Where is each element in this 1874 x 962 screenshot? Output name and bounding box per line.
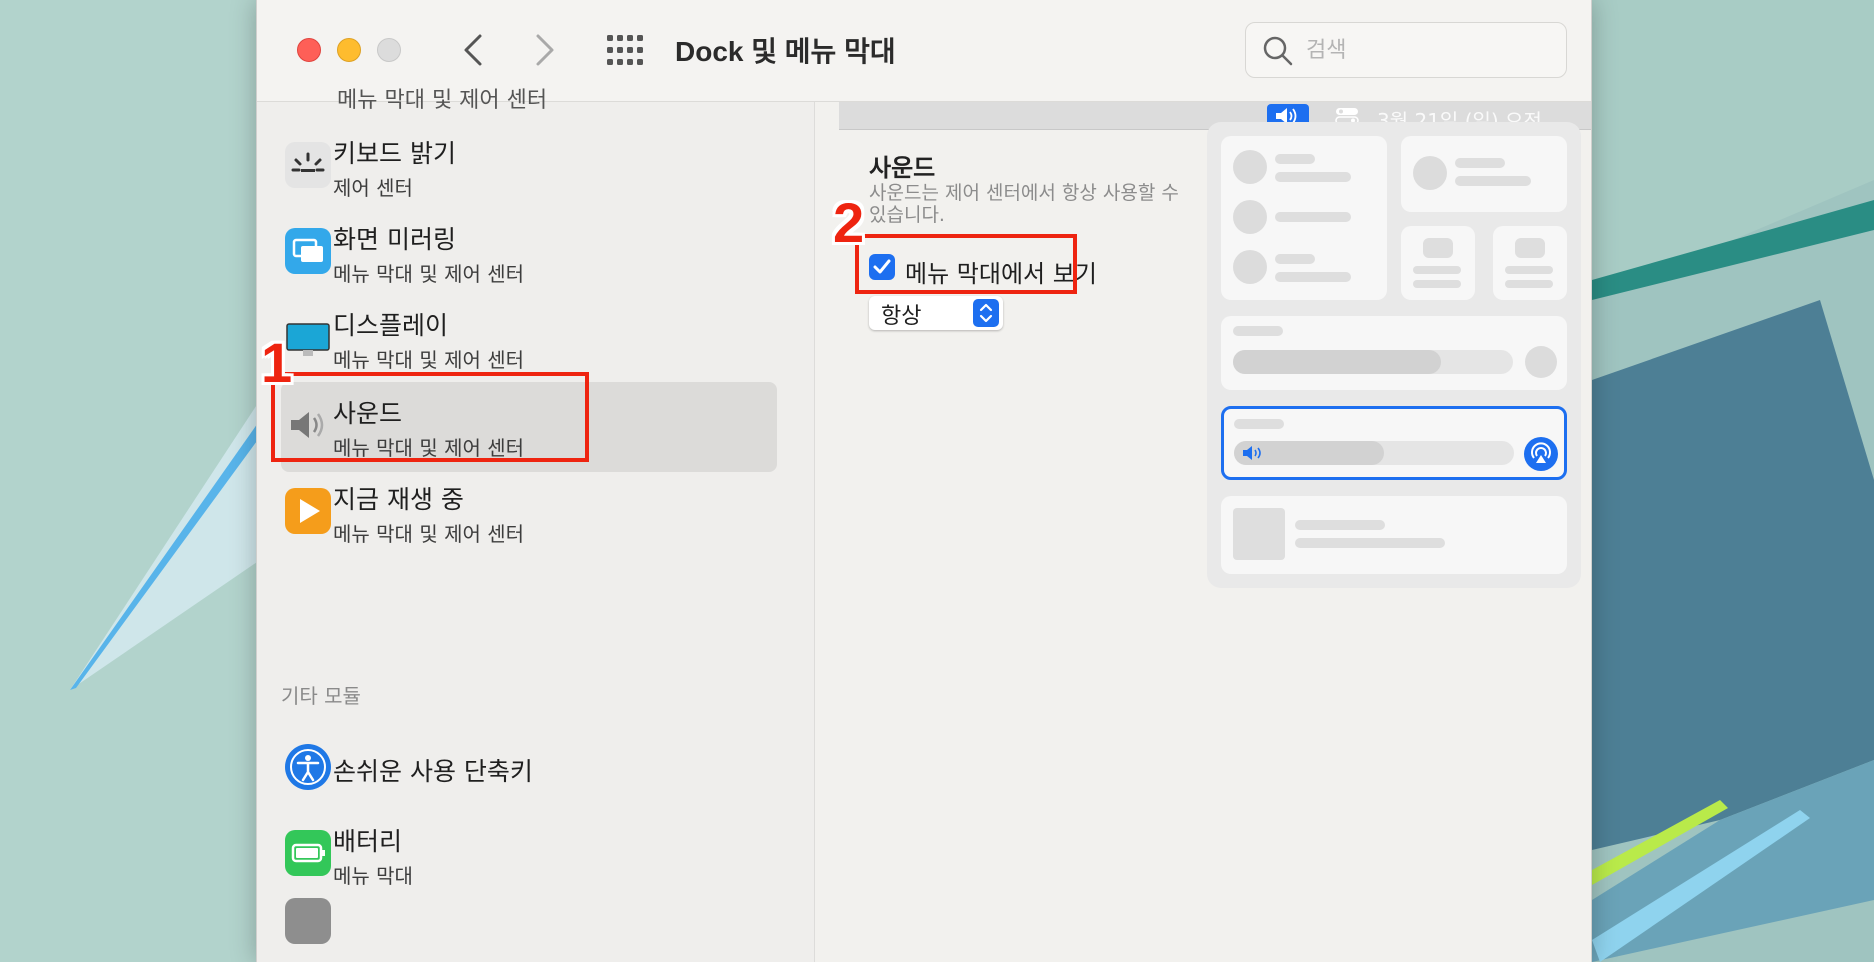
section-header-other-modules: 기타 모듈: [281, 684, 361, 708]
search-field[interactable]: [1245, 22, 1567, 78]
annotation-number-2: 2: [833, 191, 865, 254]
sidebar-item-label: 디스플레이: [333, 311, 449, 340]
control-center-preview: [1207, 122, 1581, 588]
window-title: Dock 및 메뉴 막대: [675, 36, 896, 67]
screen-mirroring-icon: [285, 228, 331, 274]
sidebar-item-label: 배터리: [333, 827, 403, 856]
connectivity-tile: [1221, 136, 1387, 300]
sidebar-item-partial-label: 메뉴 막대 및 제어 센터: [337, 88, 548, 113]
chevron-right-icon: [536, 34, 554, 66]
keyboard-brightness-icon: [285, 142, 331, 188]
sidebar-item-screen-mirroring[interactable]: 화면 미러링 메뉴 막대 및 제어 센터: [281, 208, 777, 298]
section-description: 사운드는 제어 센터에서 항상 사용할 수 있습니다.: [869, 182, 1179, 226]
popup-value: 항상: [881, 304, 922, 329]
annotation-number-1: 1: [261, 331, 293, 394]
airplay-icon: [1524, 437, 1558, 471]
small-tile: [1401, 226, 1475, 300]
sidebar-item-label: 지금 재생 중: [333, 485, 464, 514]
sidebar-item-sublabel: 메뉴 막대 및 제어 센터: [333, 262, 525, 286]
settings-window: Dock 및 메뉴 막대 메뉴 막대 및 제어 센터 키보드 밝기 제어 센터 …: [256, 0, 1592, 962]
sidebar-item-accessibility-shortcuts[interactable]: 손쉬운 사용 단축키: [281, 724, 777, 814]
search-icon: [1263, 36, 1293, 66]
forward-button[interactable]: [525, 30, 565, 70]
grid-icon: [607, 35, 643, 65]
sidebar-item-label: 화면 미러링: [333, 225, 456, 254]
sidebar-item-keyboard-brightness[interactable]: 키보드 밝기 제어 센터: [281, 122, 777, 212]
sidebar-item-label: 키보드 밝기: [333, 139, 456, 168]
popup-arrows-icon: [973, 299, 999, 327]
volume-icon: [1243, 446, 1261, 460]
close-button[interactable]: [297, 38, 321, 62]
small-tile: [1493, 226, 1567, 300]
focus-tile: [1401, 136, 1567, 212]
sidebar: 메뉴 막대 및 제어 센터 키보드 밝기 제어 센터 화면 미러링 메뉴 막대 …: [257, 88, 815, 962]
zoom-button[interactable]: [377, 38, 401, 62]
accessibility-icon: [285, 744, 331, 790]
annotation-box-1: [271, 372, 589, 462]
now-playing-tile: [1221, 496, 1567, 574]
app-icon: [285, 898, 331, 944]
sidebar-item-partial[interactable]: [281, 896, 777, 962]
sidebar-item-sublabel: 메뉴 막대: [333, 864, 413, 888]
sidebar-item-display[interactable]: 디스플레이 메뉴 막대 및 제어 센터: [281, 294, 777, 384]
now-playing-icon: [285, 488, 331, 534]
main-pane: 3월 21일 (일) 오전 12:38 사운드 사운드는 제어 센터에서 항상 …: [815, 102, 1591, 962]
display-tile: [1221, 316, 1567, 390]
search-input[interactable]: [1306, 35, 1546, 65]
sidebar-item-sublabel: 제어 센터: [333, 176, 413, 200]
minimize-button[interactable]: [337, 38, 361, 62]
section-title: 사운드: [869, 154, 936, 182]
show-all-button[interactable]: [605, 32, 645, 68]
annotation-box-2: [855, 234, 1077, 294]
sidebar-item-label: 손쉬운 사용 단축키: [333, 757, 533, 786]
sound-tile: [1221, 406, 1567, 480]
visibility-popup[interactable]: 항상: [869, 296, 1003, 330]
sidebar-item-battery[interactable]: 배터리 메뉴 막대: [281, 810, 777, 900]
sidebar-item-sublabel: 메뉴 막대 및 제어 센터: [333, 522, 525, 546]
back-button[interactable]: [453, 30, 493, 70]
sidebar-item-sublabel: 메뉴 막대 및 제어 센터: [333, 348, 525, 372]
sidebar-item-now-playing[interactable]: 지금 재생 중 메뉴 막대 및 제어 센터: [281, 468, 777, 558]
battery-icon: [285, 830, 331, 876]
chevron-left-icon: [464, 34, 482, 66]
